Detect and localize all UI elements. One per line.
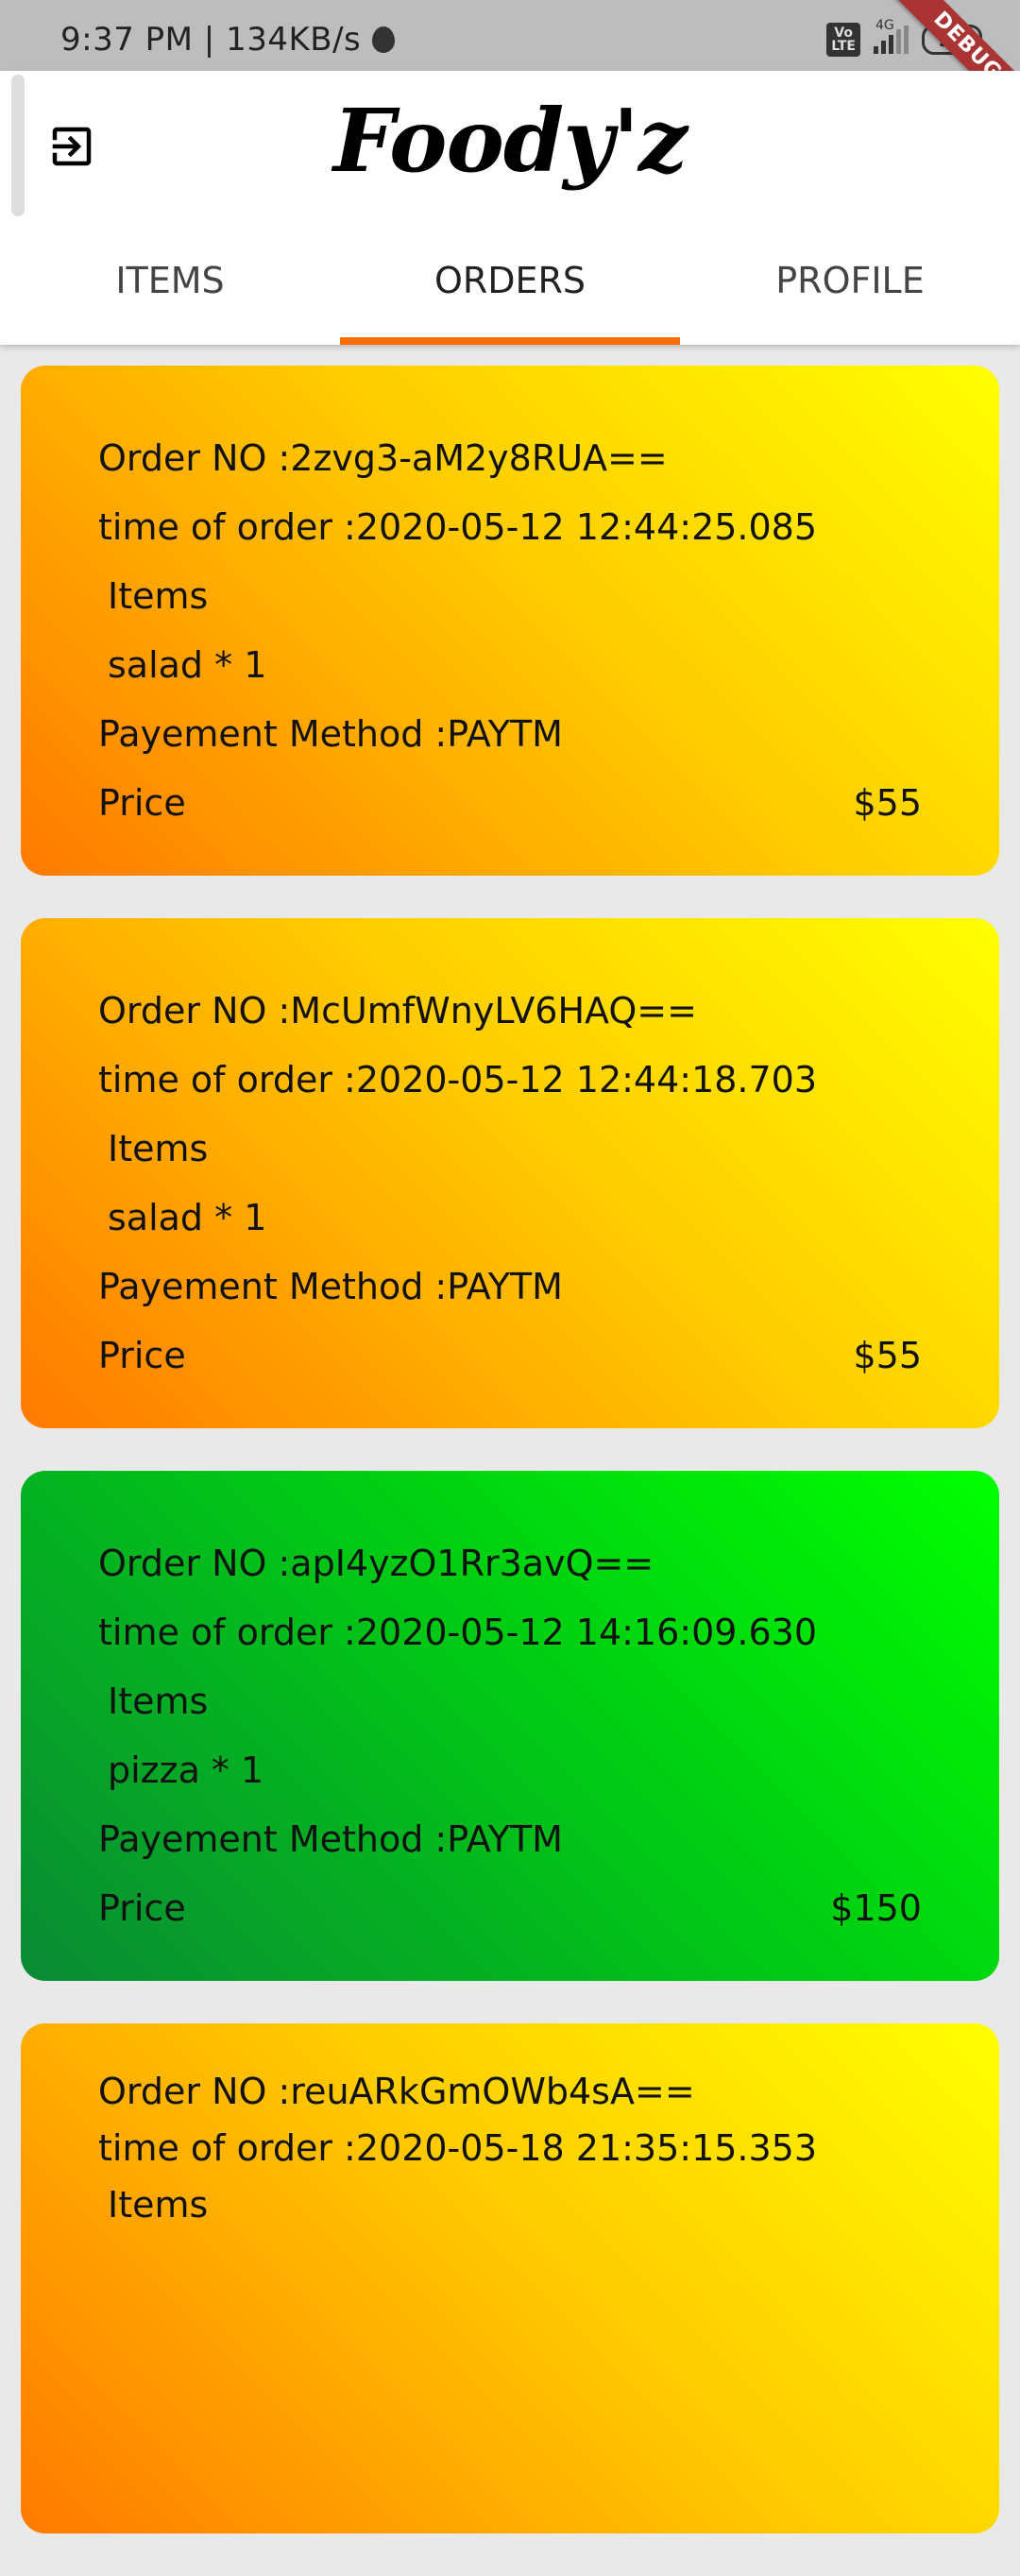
- orders-list: Order NO :2zvg3-aM2y8RUA== time of order…: [21, 366, 999, 2576]
- price-row: Price $150: [98, 1874, 922, 1943]
- status-time-speed: 9:37 PM | 134KB/s: [60, 21, 362, 59]
- tab-orders[interactable]: ORDERS: [340, 241, 680, 345]
- order-time: time of order :2020-05-18 21:35:15.353: [98, 2127, 818, 2169]
- tab-items-label: ITEMS: [115, 260, 225, 301]
- items-heading: Items: [108, 575, 209, 617]
- tab-profile[interactable]: PROFILE: [680, 241, 1020, 345]
- signal-icon: 4G: [874, 18, 909, 54]
- price-row: Price $55: [98, 1322, 922, 1390]
- order-time: time of order :2020-05-12 12:44:18.703: [98, 1059, 818, 1100]
- payment-method: Payement Method :PAYTM: [98, 713, 563, 755]
- tab-orders-label: ORDERS: [434, 260, 586, 301]
- price-value: $150: [830, 1887, 922, 1929]
- order-items: salad * 1: [108, 644, 267, 686]
- order-card[interactable]: Order NO :apI4yzO1Rr3avQ== time of order…: [21, 1471, 999, 1981]
- status-time: 9:37 PM | 134KB/s: [60, 21, 396, 59]
- tab-items[interactable]: ITEMS: [0, 241, 340, 345]
- payment-method: Payement Method :PAYTM: [98, 1266, 563, 1307]
- order-card[interactable]: Order NO :2zvg3-aM2y8RUA== time of order…: [21, 366, 999, 876]
- app-title: Foody'z: [332, 90, 688, 192]
- payment-method: Payement Method :PAYTM: [98, 1818, 563, 1860]
- order-items: pizza * 1: [108, 1749, 264, 1791]
- price-label: Price: [98, 1335, 186, 1376]
- order-card[interactable]: Order NO :reuARkGmOWb4sA== time of order…: [21, 2023, 999, 2533]
- price-label: Price: [98, 782, 186, 824]
- order-number: Order NO :apI4yzO1Rr3avQ==: [98, 1543, 654, 1584]
- status-bar: 9:37 PM | 134KB/s VoLTE 4G 36 DEBUG: [0, 0, 1020, 125]
- order-items: salad * 1: [108, 1197, 267, 1238]
- items-heading: Items: [108, 2184, 209, 2226]
- price-value: $55: [853, 1335, 922, 1376]
- order-time: time of order :2020-05-12 12:44:25.085: [98, 506, 818, 548]
- price-row: Price $55: [98, 769, 922, 838]
- tab-profile-label: PROFILE: [775, 260, 925, 301]
- order-card[interactable]: Order NO :McUmfWnyLV6HAQ== time of order…: [21, 918, 999, 1428]
- price-value: $55: [853, 782, 922, 824]
- tab-bar: ITEMS ORDERS PROFILE: [0, 241, 1020, 345]
- order-time: time of order :2020-05-12 14:16:09.630: [98, 1612, 818, 1653]
- notification-icon: [372, 26, 396, 53]
- volte-icon: Vo LTE: [826, 23, 860, 57]
- order-number: Order NO :reuARkGmOWb4sA==: [98, 2071, 695, 2112]
- items-heading: Items: [108, 1680, 209, 1722]
- price-label: Price: [98, 1887, 186, 1929]
- items-heading: Items: [108, 1128, 209, 1169]
- order-number: Order NO :McUmfWnyLV6HAQ==: [98, 990, 697, 1032]
- order-number: Order NO :2zvg3-aM2y8RUA==: [98, 437, 668, 479]
- app-bar: Foody'z ITEMS ORDERS PROFILE: [0, 71, 1020, 345]
- network-type: 4G: [876, 18, 894, 33]
